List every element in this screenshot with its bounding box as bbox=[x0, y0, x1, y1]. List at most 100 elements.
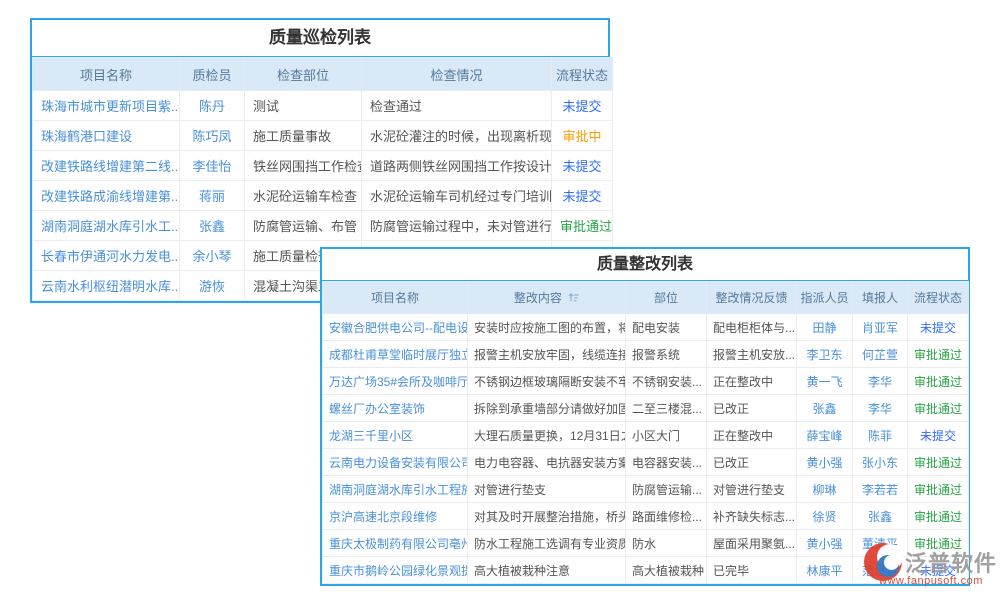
status-cell[interactable]: 审批通过 bbox=[908, 368, 969, 395]
rectify-content-cell: 拆除到承重墙部分请做好加固... bbox=[468, 395, 626, 422]
column-header-status: 流程状态 bbox=[908, 282, 969, 314]
part-cell: 电容器安装... bbox=[626, 449, 707, 476]
part-cell: 报警系统 bbox=[626, 341, 707, 368]
assignee-cell[interactable]: 徐贤 bbox=[797, 503, 853, 530]
table-row: 珠海市城市更新项目紫...陈丹测试检查通过未提交 bbox=[33, 91, 613, 121]
column-header-assignee: 指派人员 bbox=[797, 282, 853, 314]
reporter-cell[interactable]: 张鑫 bbox=[853, 503, 908, 530]
project-name-cell[interactable]: 珠海市城市更新项目紫... bbox=[33, 91, 180, 121]
status-cell[interactable]: 审批通过 bbox=[908, 503, 969, 530]
status-cell[interactable]: 审批通过 bbox=[552, 211, 613, 241]
project-name-cell[interactable]: 重庆太极制药有限公司亳州中... bbox=[323, 530, 468, 557]
table-row: 万达广场35#会所及咖啡厅空...不锈钢边框玻璃隔断安装不牢...不锈钢安装..… bbox=[323, 368, 969, 395]
project-name-cell[interactable]: 珠海鹤港口建设 bbox=[33, 121, 180, 151]
reporter-cell[interactable]: 李华 bbox=[853, 368, 908, 395]
project-name-cell[interactable]: 螺丝厂办公室装饰 bbox=[323, 395, 468, 422]
inspector-cell[interactable]: 陈巧凤 bbox=[180, 121, 245, 151]
column-header-part: 部位 bbox=[626, 282, 707, 314]
feedback-cell: 已完毕 bbox=[707, 557, 797, 584]
brand-url: www.fanpusoft.com bbox=[879, 575, 1000, 587]
part-cell: 防腐管运输... bbox=[626, 476, 707, 503]
project-name-cell[interactable]: 京沪高速北京段维修 bbox=[323, 503, 468, 530]
project-name-cell[interactable]: 改建铁路成渝线增建第... bbox=[33, 181, 180, 211]
assignee-cell[interactable]: 柳琳 bbox=[797, 476, 853, 503]
table-row: 成都杜甫草堂临时展厅独立展...报警主机安放牢固，线缆连接...报警系统报警主机… bbox=[323, 341, 969, 368]
status-cell[interactable]: 审批通过 bbox=[908, 395, 969, 422]
quality-rectification-panel: 质量整改列表 项目名称 整改内容 部位 整改情况反馈 指派人员 填报人 bbox=[320, 247, 970, 586]
inspection-part-cell: 施工质量事故 bbox=[245, 121, 362, 151]
rectify-content-cell: 对管进行垫支 bbox=[468, 476, 626, 503]
status-cell[interactable]: 审批通过 bbox=[908, 341, 969, 368]
assignee-cell[interactable]: 李卫东 bbox=[797, 341, 853, 368]
rectify-content-cell: 电力电容器、电抗器安装方案,... bbox=[468, 449, 626, 476]
inspector-cell[interactable]: 李佳怡 bbox=[180, 151, 245, 181]
reporter-cell[interactable]: 张小东 bbox=[853, 449, 908, 476]
project-name-cell[interactable]: 改建铁路线增建第二线... bbox=[33, 151, 180, 181]
table-row: 湖南洞庭湖水库引水工程施工标对管进行垫支防腐管运输...对管进行垫支柳琳李若若审… bbox=[323, 476, 969, 503]
assignee-cell[interactable]: 林康平 bbox=[797, 557, 853, 584]
assignee-cell[interactable]: 田静 bbox=[797, 314, 853, 341]
status-cell[interactable]: 未提交 bbox=[908, 422, 969, 449]
inspection-part-cell: 水泥砼运输车检查 bbox=[245, 181, 362, 211]
reporter-cell[interactable]: 肖亚军 bbox=[853, 314, 908, 341]
inspection-result-cell: 检查通过 bbox=[362, 91, 552, 121]
table-row: 改建铁路成渝线增建第...蒋丽水泥砼运输车检查水泥砼运输车司机经过专门培训...… bbox=[33, 181, 613, 211]
inspection-table-title: 质量巡检列表 bbox=[32, 20, 608, 57]
assignee-cell[interactable]: 张鑫 bbox=[797, 395, 853, 422]
reporter-cell[interactable]: 陈菲 bbox=[853, 422, 908, 449]
column-header-feedback: 整改情况反馈 bbox=[707, 282, 797, 314]
assignee-cell[interactable]: 薛宝峰 bbox=[797, 422, 853, 449]
status-cell[interactable]: 审批中 bbox=[552, 121, 613, 151]
status-cell[interactable]: 未提交 bbox=[552, 151, 613, 181]
rectify-content-cell: 报警主机安放牢固，线缆连接... bbox=[468, 341, 626, 368]
project-name-cell[interactable]: 成都杜甫草堂临时展厅独立展... bbox=[323, 341, 468, 368]
inspector-cell[interactable]: 余小琴 bbox=[180, 241, 245, 271]
table-row: 京沪高速北京段维修对其及时开展整治措施，桥头...路面维修检...补齐缺失标志.… bbox=[323, 503, 969, 530]
status-cell[interactable]: 未提交 bbox=[552, 91, 613, 121]
project-name-cell[interactable]: 安徽合肥供电公司--配电设备... bbox=[323, 314, 468, 341]
sort-icon[interactable] bbox=[568, 292, 579, 303]
table-row: 安徽合肥供电公司--配电设备...安装时应按施工图的布置，将...配电安装配电柜… bbox=[323, 314, 969, 341]
status-cell[interactable]: 审批通过 bbox=[908, 449, 969, 476]
status-cell[interactable]: 审批通过 bbox=[908, 476, 969, 503]
reporter-cell[interactable]: 李若若 bbox=[853, 476, 908, 503]
project-name-cell[interactable]: 重庆市鹅岭公园绿化景观提升... bbox=[323, 557, 468, 584]
feedback-cell: 正在整改中 bbox=[707, 368, 797, 395]
header-row: 项目名称 整改内容 部位 整改情况反馈 指派人员 填报人 流程状态 bbox=[323, 282, 969, 314]
project-name-cell[interactable]: 湖南洞庭湖水库引水工... bbox=[33, 211, 180, 241]
project-name-cell[interactable]: 长春市伊通河水力发电... bbox=[33, 241, 180, 271]
feedback-cell: 补齐缺失标志... bbox=[707, 503, 797, 530]
table-row: 珠海鹤港口建设陈巧凤施工质量事故水泥砼灌注的时候，出现离析现象审批中 bbox=[33, 121, 613, 151]
column-header-reporter: 填报人 bbox=[853, 282, 908, 314]
feedback-cell: 已改正 bbox=[707, 395, 797, 422]
status-cell[interactable]: 未提交 bbox=[908, 314, 969, 341]
part-cell: 不锈钢安装... bbox=[626, 368, 707, 395]
reporter-cell[interactable]: 李华 bbox=[853, 395, 908, 422]
assignee-cell[interactable]: 黄小强 bbox=[797, 449, 853, 476]
inspector-cell[interactable]: 游恢 bbox=[180, 271, 245, 301]
project-name-cell[interactable]: 云南水利枢纽潜明水库... bbox=[33, 271, 180, 301]
project-name-cell[interactable]: 湖南洞庭湖水库引水工程施工标 bbox=[323, 476, 468, 503]
reporter-cell[interactable]: 何芷萱 bbox=[853, 341, 908, 368]
project-name-cell[interactable]: 万达广场35#会所及咖啡厅空... bbox=[323, 368, 468, 395]
project-name-cell[interactable]: 龙湖三千里小区 bbox=[323, 422, 468, 449]
rectify-content-label: 整改内容 bbox=[514, 291, 562, 305]
status-cell[interactable]: 未提交 bbox=[552, 181, 613, 211]
quality-rectification-table: 项目名称 整改内容 部位 整改情况反馈 指派人员 填报人 流程状态 安徽合肥供电… bbox=[322, 281, 969, 584]
project-name-cell[interactable]: 云南电力设备安装有限公司20... bbox=[323, 449, 468, 476]
assignee-cell[interactable]: 黄一飞 bbox=[797, 368, 853, 395]
table-row: 改建铁路线增建第二线...李佳怡铁丝网围挡工作检查道路两侧铁丝网围挡工作按设计.… bbox=[33, 151, 613, 181]
table-row: 湖南洞庭湖水库引水工...张鑫防腐管运输、布管防腐管运输过程中，未对管进行...… bbox=[33, 211, 613, 241]
rectify-content-cell: 对其及时开展整治措施，桥头... bbox=[468, 503, 626, 530]
rectify-content-cell: 高大植被栽种注意 bbox=[468, 557, 626, 584]
column-header-inspection-result: 检查情况 bbox=[362, 58, 552, 91]
column-header-rectify-content[interactable]: 整改内容 bbox=[468, 282, 626, 314]
inspector-cell[interactable]: 蒋丽 bbox=[180, 181, 245, 211]
inspection-part-cell: 铁丝网围挡工作检查 bbox=[245, 151, 362, 181]
feedback-cell: 配电柜柜体与... bbox=[707, 314, 797, 341]
inspector-cell[interactable]: 陈丹 bbox=[180, 91, 245, 121]
assignee-cell[interactable]: 黄小强 bbox=[797, 530, 853, 557]
inspector-cell[interactable]: 张鑫 bbox=[180, 211, 245, 241]
rectify-content-cell: 不锈钢边框玻璃隔断安装不牢... bbox=[468, 368, 626, 395]
table-row: 龙湖三千里小区大理石质量更换，12月31日之...小区大门正在整改中薛宝峰陈菲未… bbox=[323, 422, 969, 449]
